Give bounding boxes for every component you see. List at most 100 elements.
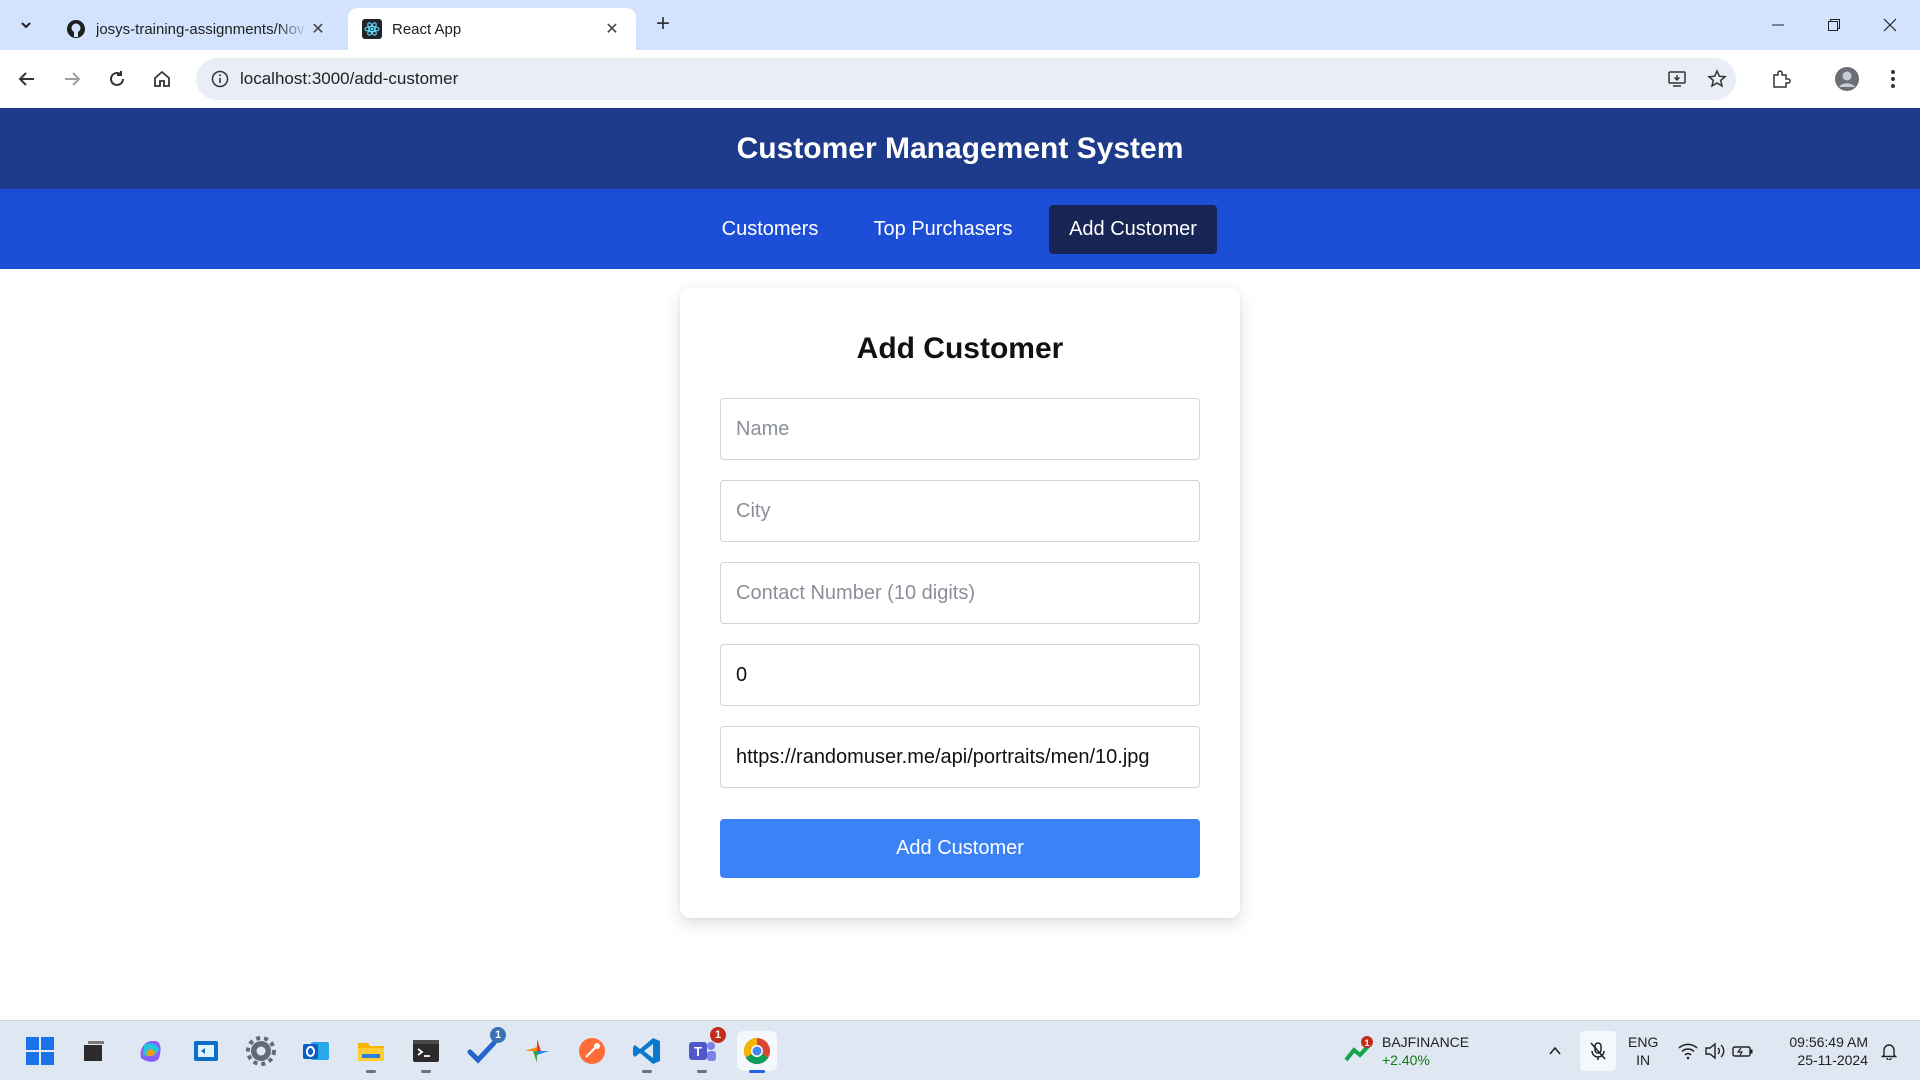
pinwheel-icon: [525, 1039, 549, 1063]
install-app-icon[interactable]: [1660, 62, 1694, 96]
forward-button[interactable]: [55, 62, 89, 96]
chevron-down-icon: [21, 22, 31, 29]
close-tab-icon[interactable]: ✕: [308, 19, 328, 39]
stock-change: +2.40%: [1382, 1052, 1430, 1068]
stock-widget[interactable]: 1 BAJFINANCE +2.40%: [1344, 1029, 1469, 1073]
microphone-muted-button[interactable]: [1580, 1031, 1616, 1071]
app-launcher-button[interactable]: [517, 1031, 557, 1071]
outlook-icon: [303, 1042, 329, 1060]
language-indicator[interactable]: ENG IN: [1628, 1033, 1658, 1069]
language-code: ENG: [1628, 1034, 1659, 1050]
tab-title: React App: [392, 20, 462, 38]
file-explorer-button[interactable]: [351, 1031, 391, 1073]
app-title: Customer Management System: [736, 131, 1184, 165]
restore-button[interactable]: [1806, 0, 1862, 50]
wifi-icon: [1678, 1043, 1698, 1060]
arrow-right-icon: [65, 72, 81, 86]
running-indicator: [697, 1070, 707, 1073]
taskbar: 1 T 1 1 BAJFINANCE +2.40% ENG IN 09:56:4…: [0, 1020, 1920, 1080]
active-indicator: [749, 1070, 765, 1073]
nav-link-add-customer[interactable]: Add Customer: [1049, 205, 1217, 254]
tab-search-button[interactable]: [10, 9, 42, 41]
bookmark-star-icon[interactable]: [1700, 62, 1734, 96]
teams-button[interactable]: T 1: [682, 1027, 726, 1073]
start-button[interactable]: [20, 1031, 60, 1071]
browser-tab-github[interactable]: josys-training-assignments/Nov ✕: [52, 8, 342, 50]
close-window-button[interactable]: [1862, 0, 1918, 50]
avatar-icon: [1835, 67, 1859, 91]
vscode-button[interactable]: [627, 1031, 667, 1073]
nav-link-top-purchasers[interactable]: Top Purchasers: [863, 205, 1023, 254]
puzzle-icon: [1773, 70, 1791, 88]
browser-toolbar: localhost:3000/add-customer: [0, 50, 1920, 108]
stock-badge: 1: [1364, 1038, 1369, 1048]
bell-icon: [1880, 1044, 1898, 1060]
extensions-button[interactable]: [1764, 62, 1798, 96]
running-indicator: [421, 1070, 431, 1073]
chrome-button[interactable]: [737, 1031, 777, 1073]
copilot-button[interactable]: [130, 1031, 170, 1071]
folder-icon: [358, 1043, 384, 1061]
task-view-icon: [84, 1041, 104, 1061]
running-indicator: [366, 1070, 376, 1073]
city-input[interactable]: [720, 480, 1200, 542]
mic-off-icon: [1590, 1042, 1606, 1060]
postman-icon: [579, 1038, 605, 1064]
show-hidden-icons-button[interactable]: [1540, 1031, 1570, 1071]
reload-icon: [110, 71, 124, 86]
nav-link-customers[interactable]: Customers: [705, 205, 835, 254]
minimize-icon: [1772, 24, 1784, 26]
region-code: IN: [1636, 1052, 1651, 1068]
image-url-input[interactable]: [720, 726, 1200, 788]
settings-button[interactable]: [241, 1031, 281, 1071]
copilot-icon: [140, 1041, 161, 1062]
running-indicator: [642, 1070, 652, 1073]
home-icon: [154, 70, 170, 87]
todo-button[interactable]: 1: [462, 1027, 506, 1071]
restore-icon: [1828, 19, 1840, 31]
purchases-input[interactable]: [720, 644, 1200, 706]
battery-icon: [1732, 1046, 1753, 1057]
contact-number-input[interactable]: [720, 562, 1200, 624]
browser-tabstrip: josys-training-assignments/Nov ✕ React A…: [0, 0, 1920, 50]
clock-date: 25-11-2024: [1797, 1052, 1868, 1068]
arrow-left-icon: [18, 72, 34, 86]
app-header: Customer Management System: [0, 108, 1920, 189]
task-view-button[interactable]: [74, 1031, 114, 1071]
clock[interactable]: 09:56:49 AM 25-11-2024: [1774, 1033, 1868, 1069]
name-input[interactable]: [720, 398, 1200, 460]
add-customer-card: Add Customer Add Customer: [680, 288, 1240, 918]
terminal-icon: [413, 1040, 439, 1062]
reload-button[interactable]: [100, 62, 134, 96]
terminal-button[interactable]: [406, 1031, 446, 1073]
stock-symbol: BAJFINANCE: [1382, 1034, 1470, 1050]
app-nav: Customers Top Purchasers Add Customer: [0, 189, 1920, 269]
react-icon: [362, 19, 382, 39]
notification-badge: 1: [710, 1027, 726, 1043]
new-tab-button[interactable]: +: [650, 12, 676, 38]
notification-badge: 1: [490, 1027, 506, 1043]
home-button[interactable]: [145, 62, 179, 96]
gear-icon: [246, 1036, 276, 1066]
profile-button[interactable]: [1830, 62, 1864, 96]
postman-button[interactable]: [572, 1031, 612, 1071]
vscode-icon: [633, 1038, 660, 1064]
chevron-up-icon: [1549, 1046, 1561, 1055]
chrome-icon: [743, 1037, 770, 1065]
minimize-button[interactable]: [1750, 0, 1806, 50]
quick-settings-button[interactable]: [1676, 1031, 1756, 1071]
site-info-icon[interactable]: [200, 58, 240, 100]
address-bar[interactable]: localhost:3000/add-customer: [196, 58, 1736, 100]
notifications-button[interactable]: [1874, 1031, 1904, 1071]
back-button[interactable]: [10, 62, 44, 96]
close-tab-icon[interactable]: ✕: [602, 19, 622, 39]
more-vert-icon: [1891, 70, 1895, 88]
menu-button[interactable]: [1876, 62, 1910, 96]
url-text: localhost:3000/add-customer: [240, 69, 459, 88]
remote-desktop-button[interactable]: [186, 1031, 226, 1071]
browser-tab-react-app[interactable]: React App ✕: [348, 8, 636, 50]
clock-time: 09:56:49 AM: [1789, 1034, 1868, 1050]
add-customer-button[interactable]: Add Customer: [720, 819, 1200, 878]
outlook-button[interactable]: [296, 1031, 336, 1071]
remote-desktop-icon: [194, 1041, 218, 1061]
